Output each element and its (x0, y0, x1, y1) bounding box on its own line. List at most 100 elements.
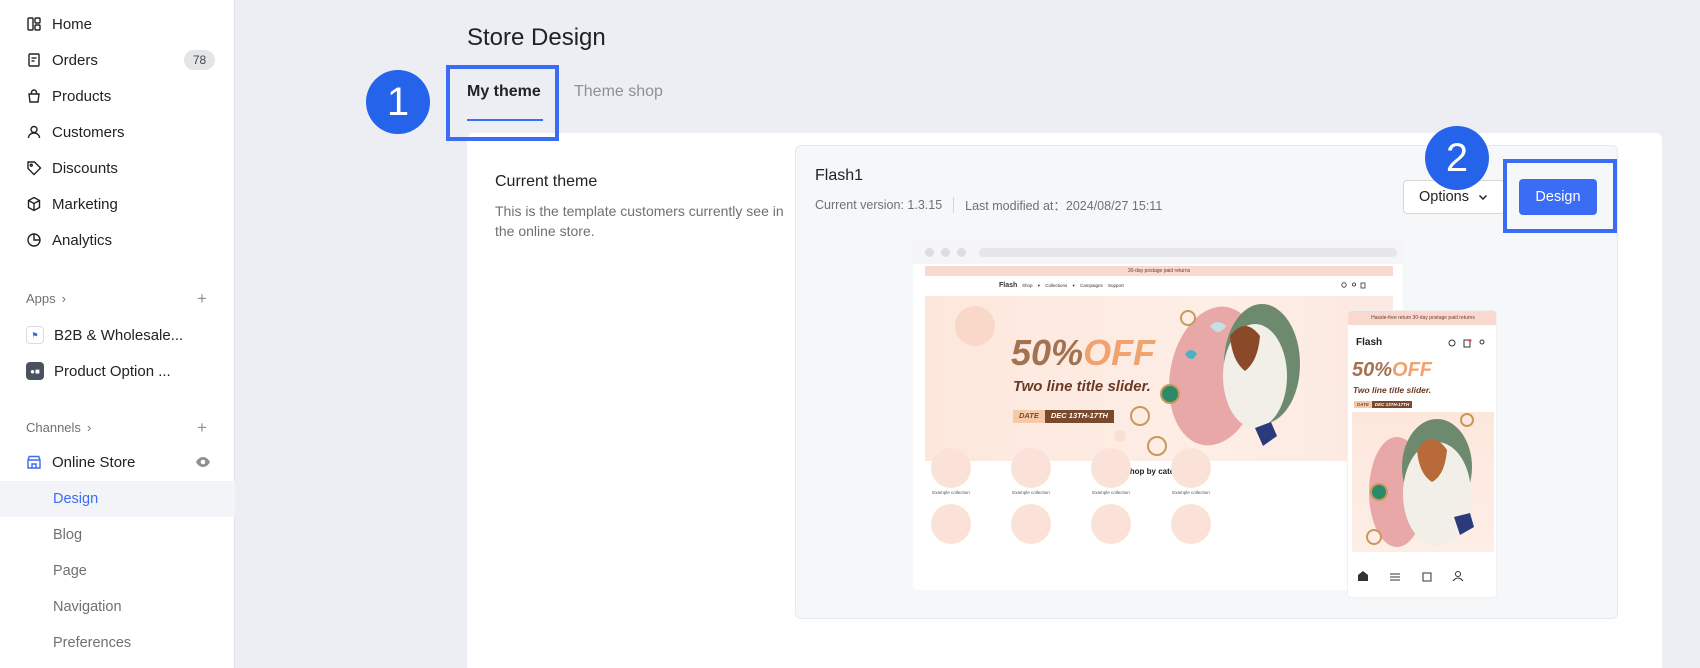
mobile-hero-off: OFF (1392, 359, 1433, 381)
preview-header: Flash Shop ▾ Collections ▾ Campaigns Sup… (925, 278, 1393, 294)
sidebar-subitem-design[interactable]: Design (0, 481, 235, 517)
chevron-right-icon: › (86, 420, 92, 435)
sidebar-item-products[interactable]: Products (26, 84, 111, 108)
meta-divider (953, 196, 955, 213)
theme-last-modified: Last modified at：2024/08/27 15:11 (965, 199, 1163, 213)
category-thumb (1171, 504, 1211, 544)
options-label: Options (1419, 189, 1469, 205)
sidebar-item-label: Home (52, 15, 93, 33)
chevron-right-icon: › (61, 291, 66, 306)
discounts-icon (26, 160, 42, 176)
store-icon (26, 454, 42, 470)
theme-meta: Current version: 1.3.15 Last modified at… (815, 195, 1162, 214)
mobile-date-value: DEC 13TH-17TH (1371, 401, 1413, 408)
browser-chrome (913, 240, 1403, 264)
sidebar: Home Orders 78 Products Customers Discou… (0, 0, 235, 668)
sidebar-item-discounts[interactable]: Discounts (26, 156, 118, 180)
apps-section-header[interactable]: Apps › (26, 291, 66, 306)
theme-version: Current version: 1.3.15 (815, 197, 943, 212)
add-channel-icon[interactable]: + (197, 419, 207, 436)
mobile-hero-percent: 50% (1352, 359, 1393, 381)
sidebar-item-online-store[interactable]: Online Store (26, 450, 135, 474)
subitem-label: Preferences (53, 635, 132, 651)
b2b-app-icon: ⚑ (26, 326, 44, 344)
sidebar-item-label: Online Store (52, 453, 136, 471)
hero-date-value: DEC 13TH-17TH (1044, 410, 1114, 423)
mobile-tab-bar (1358, 571, 1464, 582)
subitem-label: Page (53, 563, 87, 579)
category-label: Example collection (1092, 490, 1130, 495)
subitem-label: Design (53, 491, 99, 507)
preview-nav-links: Shop ▾ Collections ▾ Campaigns Support (1022, 283, 1124, 288)
preview-announcement-bar: 30-day postage paid returns (925, 266, 1393, 276)
current-theme-description: This is the template customers currently… (495, 203, 784, 239)
app-label: B2B & Wholesale... (54, 326, 184, 344)
sidebar-app-product-option[interactable]: ●■ Product Option ... (26, 359, 171, 383)
url-bar (979, 248, 1397, 257)
sidebar-app-b2b-wholesale[interactable]: ⚑ B2B & Wholesale... (26, 323, 183, 347)
sidebar-item-label: Customers (52, 123, 125, 141)
desktop-theme-preview: 30-day postage paid returns Flash Shop ▾… (913, 240, 1403, 590)
app-label: Product Option ... (54, 362, 171, 380)
window-dot (957, 248, 966, 257)
sidebar-subitem-preferences[interactable]: Preferences (0, 625, 235, 661)
marketing-icon (26, 196, 42, 212)
mobile-hero-subtitle: Two line title slider. (1353, 385, 1432, 395)
hero-percent: 50% (1011, 332, 1084, 373)
mobile-hero-discount: 50%OFF (1352, 359, 1432, 382)
channels-heading: Channels (26, 420, 81, 435)
window-dot (925, 248, 934, 257)
sidebar-item-home[interactable]: Home (26, 12, 92, 36)
tab-theme-shop[interactable]: Theme shop (574, 83, 663, 101)
sidebar-subitem-page[interactable]: Page (0, 553, 235, 589)
orders-count-badge: 78 (184, 50, 215, 70)
subitem-label: Blog (53, 527, 83, 543)
category-thumb (1091, 448, 1131, 488)
sidebar-item-analytics[interactable]: Analytics (26, 228, 112, 252)
customers-icon (26, 124, 42, 140)
orders-icon (26, 52, 42, 68)
shop-by-category-heading: Shop by category (1124, 467, 1192, 476)
products-icon (26, 88, 42, 104)
step-2-marker: 2 (1425, 126, 1489, 190)
category-thumb (1091, 504, 1131, 544)
sidebar-item-label: Discounts (52, 159, 118, 177)
sidebar-item-label: Marketing (52, 195, 118, 213)
category-label: Example collection (932, 490, 970, 495)
category-thumb (1011, 504, 1051, 544)
step-1-marker: 1 (366, 70, 430, 134)
subitem-label: Navigation (53, 599, 122, 615)
apps-heading: Apps (26, 291, 56, 306)
sidebar-subitem-blog[interactable]: Blog (0, 517, 235, 553)
step-2-highlight (1503, 159, 1617, 233)
home-icon (26, 16, 42, 32)
hero-off: OFF (1083, 332, 1156, 373)
product-option-app-icon: ●■ (26, 362, 44, 380)
sidebar-item-label: Analytics (52, 231, 113, 249)
sidebar-item-marketing[interactable]: Marketing (26, 192, 118, 216)
sidebar-item-customers[interactable]: Customers (26, 120, 125, 144)
mobile-theme-preview: Hassle-free return 30-day postage paid r… (1347, 310, 1497, 598)
category-thumb (931, 448, 971, 488)
hero-illustration (955, 304, 1300, 456)
mobile-announcement-bar: Hassle-free return 30-day postage paid r… (1348, 311, 1496, 325)
mobile-date-label: DATE (1354, 401, 1372, 408)
eye-icon[interactable] (195, 455, 211, 469)
preview-hero-banner: 50%OFF Two line title slider. DATE DEC 1… (925, 296, 1393, 461)
sidebar-item-label: Products (52, 87, 112, 105)
chevron-down-icon (1478, 194, 1488, 201)
sidebar-item-orders[interactable]: Orders (26, 48, 98, 72)
hero-discount-text: 50%OFF (1011, 332, 1155, 374)
channels-section-header[interactable]: Channels › (26, 420, 91, 435)
mobile-hero-image (1352, 412, 1494, 552)
window-dot (941, 248, 950, 257)
category-thumb (1171, 448, 1211, 488)
add-app-icon[interactable]: + (197, 290, 207, 307)
hero-date-label: DATE (1013, 410, 1045, 423)
category-thumb (931, 504, 971, 544)
sidebar-subitem-navigation[interactable]: Navigation (0, 589, 235, 625)
theme-name: Flash1 (815, 167, 864, 184)
category-label: Example collection (1012, 490, 1050, 495)
analytics-icon (26, 232, 42, 248)
current-theme-title: Current theme (495, 173, 598, 190)
